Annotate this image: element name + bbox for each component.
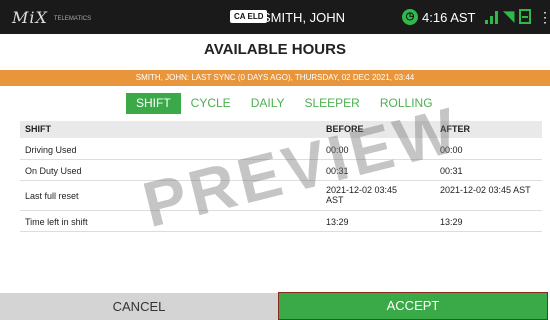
wifi-icon: ◥	[503, 8, 515, 25]
row-before: 2021-12-02 03:45 AST	[326, 185, 398, 205]
tab-cycle[interactable]: CYCLE	[181, 93, 241, 114]
row-after: 00:31	[440, 166, 463, 176]
signal-icon	[485, 11, 498, 24]
tab-daily[interactable]: DAILY	[241, 93, 295, 114]
row-before: 00:00	[326, 145, 349, 155]
row-label: Last full reset	[25, 191, 79, 201]
row-before: 13:29	[326, 217, 349, 227]
row-after: 2021-12-02 03:45 AST	[440, 185, 531, 195]
table-row: Last full reset 2021-12-02 03:45 AST 202…	[20, 181, 542, 211]
row-label: Time left in shift	[25, 217, 88, 227]
row-after: 00:00	[440, 145, 463, 155]
cancel-button[interactable]: CANCEL	[0, 293, 278, 320]
table-row: Driving Used 00:00 00:00	[20, 139, 542, 160]
row-before: 00:31	[326, 166, 349, 176]
header-shift: SHIFT	[25, 124, 51, 134]
mix-logo: MiX TELEMATICS	[12, 8, 92, 27]
clock-icon: ◷	[402, 9, 418, 25]
header-before: BEFORE	[326, 124, 364, 134]
page-title: AVAILABLE HOURS	[204, 41, 346, 58]
menu-icon[interactable]: ⋮	[538, 9, 550, 25]
status-time: 4:16 AST	[422, 10, 476, 25]
document-icon[interactable]	[519, 9, 531, 24]
table-row: On Duty Used 00:31 00:31	[20, 160, 542, 181]
table-row: Time left in shift 13:29 13:29	[20, 211, 542, 232]
table-header: SHIFT BEFORE AFTER	[20, 121, 542, 138]
accept-button[interactable]: ACCEPT	[278, 292, 548, 320]
row-label: On Duty Used	[25, 166, 82, 176]
tab-shift[interactable]: SHIFT	[126, 93, 181, 114]
status-bar: MiX TELEMATICS CA ELD SMITH, JOHN ◷ 4:16 …	[0, 0, 550, 34]
row-after: 13:29	[440, 217, 463, 227]
driver-name[interactable]: SMITH, JOHN	[262, 10, 345, 25]
tab-sleeper[interactable]: SLEEPER	[294, 93, 369, 114]
sync-banner: SMITH, JOHN: LAST SYNC (0 DAYS AGO), THU…	[0, 70, 550, 86]
tab-bar: SHIFT CYCLE DAILY SLEEPER ROLLING	[126, 93, 443, 114]
tab-rolling[interactable]: ROLLING	[370, 93, 443, 114]
row-label: Driving Used	[25, 145, 77, 155]
header-after: AFTER	[440, 124, 470, 134]
